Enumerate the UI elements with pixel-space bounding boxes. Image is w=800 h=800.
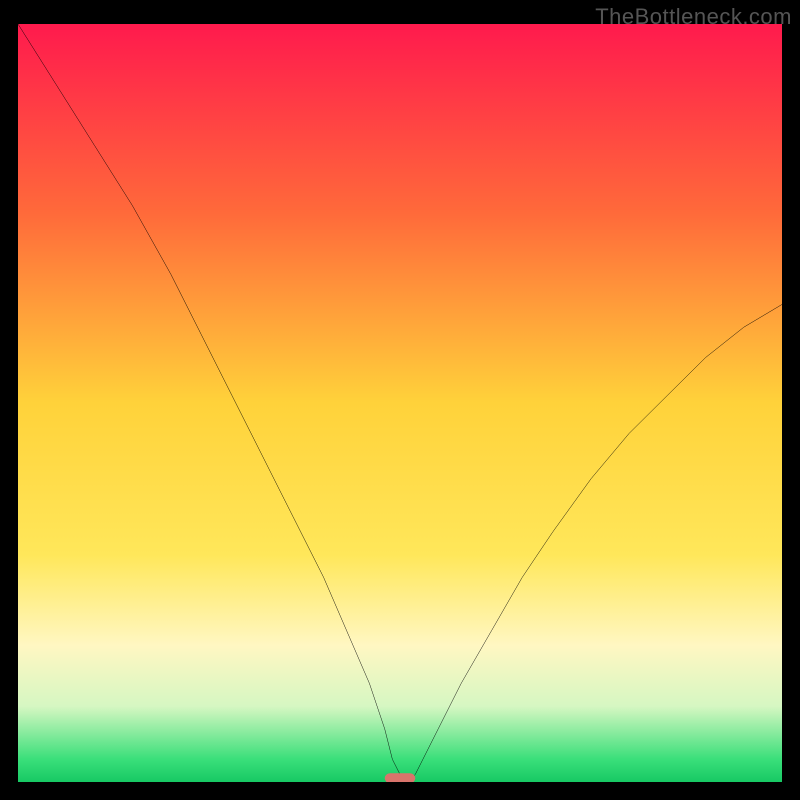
optimal-marker: [385, 773, 416, 782]
plot-svg: [18, 24, 782, 782]
gradient-background: [18, 24, 782, 782]
watermark-text: TheBottleneck.com: [595, 4, 792, 30]
plot-area: [18, 24, 782, 782]
chart-frame: TheBottleneck.com: [0, 0, 800, 800]
